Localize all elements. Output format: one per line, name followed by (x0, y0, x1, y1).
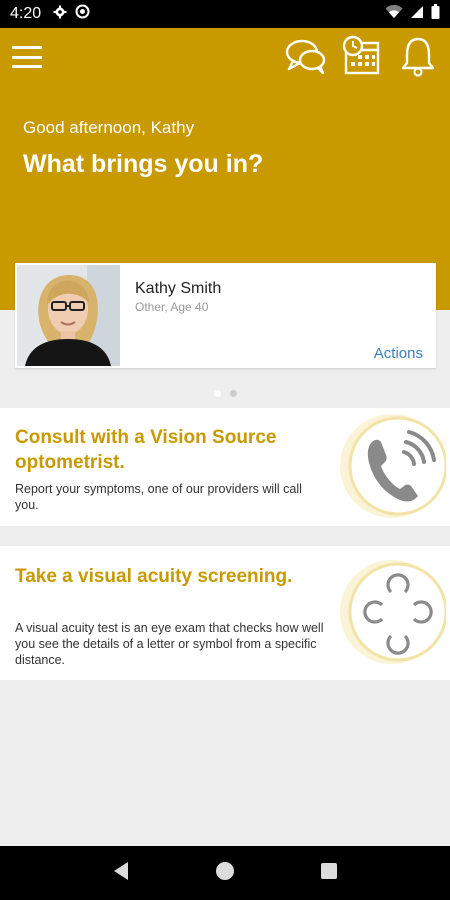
profile-card[interactable]: Kathy Smith Other, Age 40 Actions (15, 263, 436, 368)
carousel-indicator (0, 390, 450, 397)
notification-bell-icon[interactable] (396, 34, 440, 78)
carousel-dot-active[interactable] (213, 390, 221, 397)
battery-icon (431, 4, 440, 24)
back-icon[interactable] (112, 861, 130, 886)
acuity-option-card[interactable]: Take a visual acuity screening. A visual… (0, 546, 450, 680)
carousel-dot[interactable] (229, 390, 237, 397)
system-nav-bar (0, 846, 450, 900)
consult-option-title: Consult with a Vision Source optometrist… (15, 427, 277, 473)
wifi-icon (385, 4, 403, 24)
profile-name: Kathy Smith (135, 280, 222, 297)
recents-icon[interactable] (320, 862, 338, 885)
data-saver-icon (75, 4, 90, 24)
profile-details: Other, Age 40 (135, 300, 209, 314)
phone-icon (338, 412, 448, 520)
acuity-option-title: Take a visual acuity screening. (15, 566, 293, 587)
actions-link[interactable]: Actions (374, 345, 423, 362)
acuity-option-description: A visual acuity test is an eye exam that… (15, 621, 324, 667)
consult-option-description: Report your symptoms, one of our provide… (15, 482, 302, 512)
home-icon[interactable] (215, 861, 235, 886)
settings-gear-icon (53, 5, 67, 24)
status-bar: 4:20 (0, 0, 450, 28)
consult-option-card[interactable]: Consult with a Vision Source optometrist… (0, 408, 450, 526)
chat-icon[interactable] (284, 34, 328, 78)
menu-icon[interactable] (10, 42, 44, 72)
page-title: What brings you in? (23, 150, 264, 178)
calendar-clock-icon[interactable] (340, 34, 384, 78)
avatar (17, 265, 120, 366)
cell-signal-icon (410, 5, 424, 24)
landolt-c-icon (338, 558, 448, 666)
greeting-text: Good afternoon, Kathy (23, 118, 195, 137)
status-time: 4:20 (10, 5, 42, 22)
